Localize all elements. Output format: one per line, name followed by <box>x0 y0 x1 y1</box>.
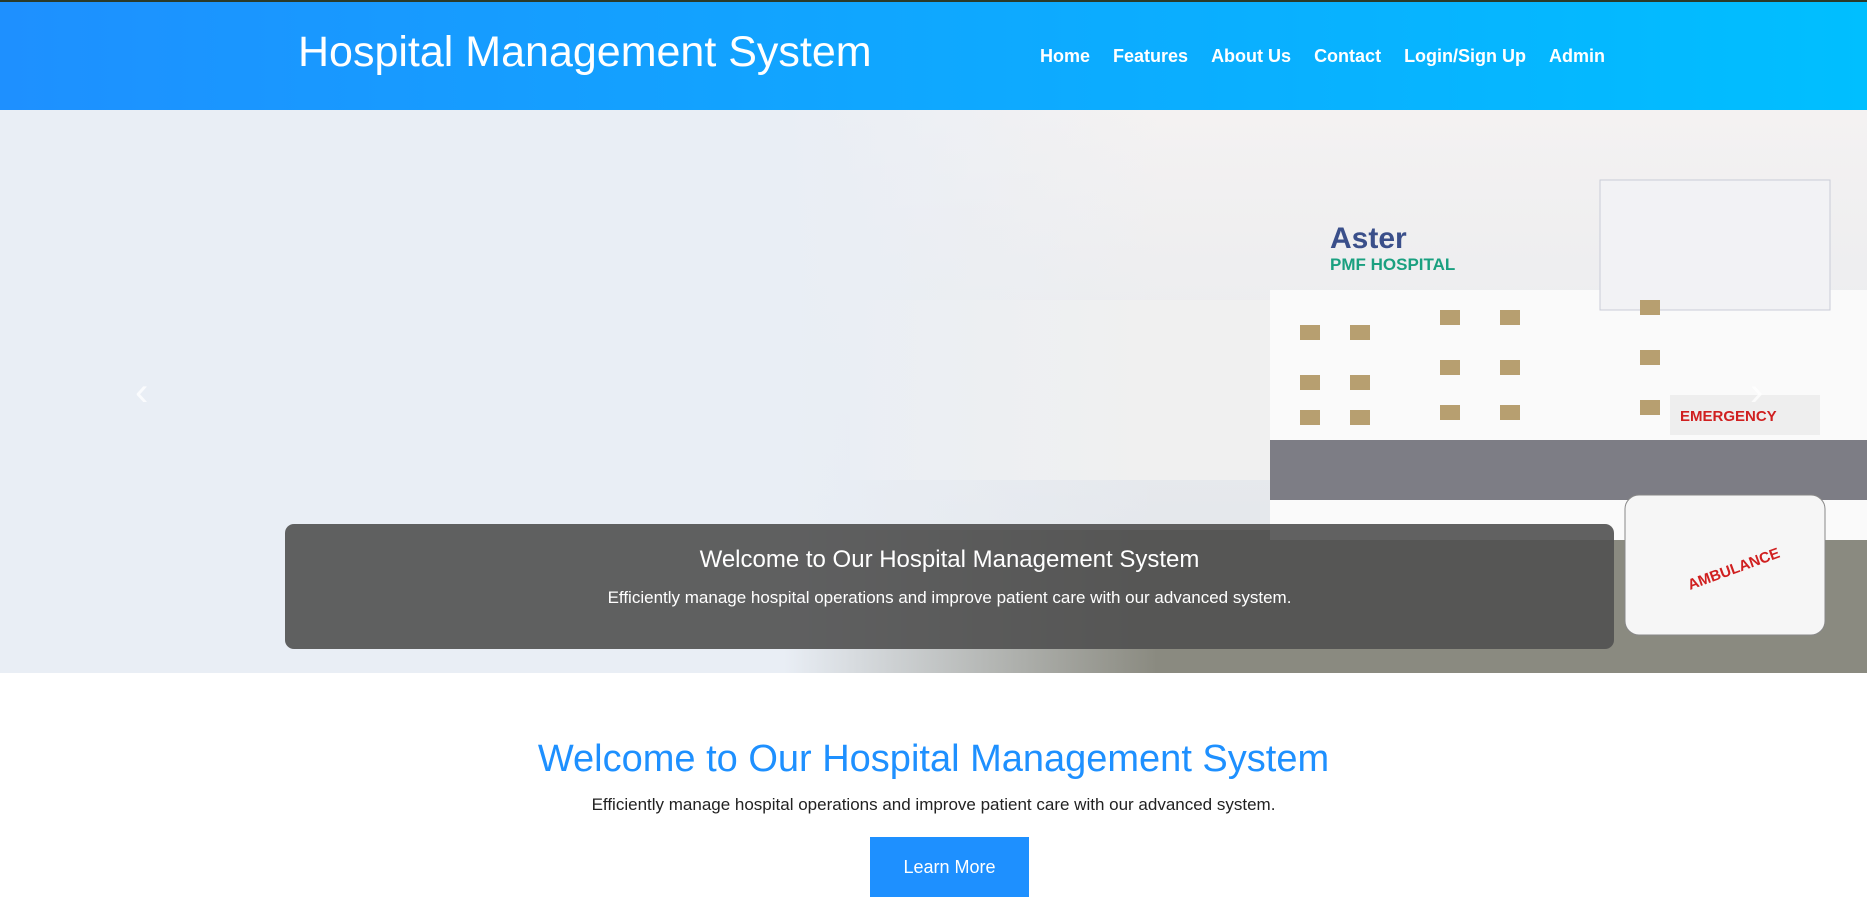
nav-home[interactable]: Home <box>1040 46 1090 67</box>
welcome-title: Welcome to Our Hospital Management Syste… <box>537 738 1330 780</box>
nav-features[interactable]: Features <box>1113 46 1188 67</box>
main-nav: Home Features About Us Contact Login/Sig… <box>1040 46 1605 67</box>
hospital-sign: Aster <box>1330 222 1407 255</box>
nav-login-signup[interactable]: Login/Sign Up <box>1404 46 1526 67</box>
carousel-next-button[interactable]: › <box>1750 370 1763 415</box>
site-header: Hospital Management System Home Features… <box>0 0 1867 110</box>
nav-contact[interactable]: Contact <box>1314 46 1381 67</box>
nav-admin[interactable]: Admin <box>1549 46 1605 67</box>
site-title: Hospital Management System <box>298 28 872 76</box>
caption-title: Welcome to Our Hospital Management Syste… <box>699 546 1200 573</box>
carousel-prev-button[interactable]: ‹ <box>135 370 148 415</box>
carousel-caption: Welcome to Our Hospital Management Syste… <box>285 524 1614 649</box>
caption-text: Efficiently manage hospital operations a… <box>607 588 1292 607</box>
welcome-text: Efficiently manage hospital operations a… <box>591 795 1276 814</box>
hospital-sign-sub: PMF HOSPITAL <box>1330 255 1455 274</box>
hero-carousel: Aster PMF HOSPITAL EMERGENCY AMBULANCE ‹… <box>0 110 1867 673</box>
nav-about-us[interactable]: About Us <box>1211 46 1291 67</box>
welcome-section: Welcome to Our Hospital Management Syste… <box>0 738 1867 815</box>
learn-more-button[interactable]: Learn More <box>870 837 1029 897</box>
